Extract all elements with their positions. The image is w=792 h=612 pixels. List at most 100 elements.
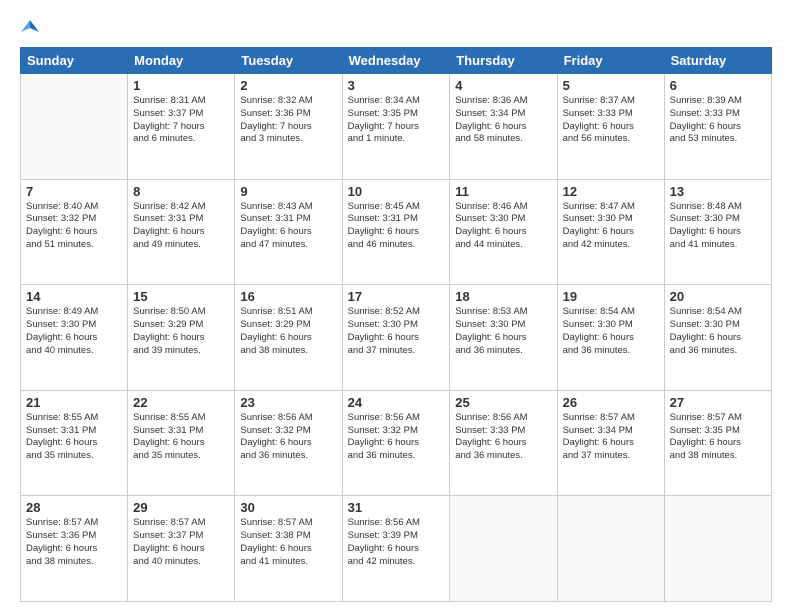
calendar-cell: 22 Sunrise: 8:55 AM Sunset: 3:31 PM Dayli… <box>128 390 235 496</box>
day-number: 21 <box>26 395 122 410</box>
calendar-cell: 20 Sunrise: 8:54 AM Sunset: 3:30 PM Dayli… <box>664 285 771 391</box>
day-number: 6 <box>670 78 766 93</box>
calendar-cell: 21 Sunrise: 8:55 AM Sunset: 3:31 PM Dayli… <box>21 390 128 496</box>
calendar-header-tuesday: Tuesday <box>235 48 342 74</box>
day-info: Sunrise: 8:57 AM Sunset: 3:36 PM Dayligh… <box>26 517 122 568</box>
day-info: Sunrise: 8:40 AM Sunset: 3:32 PM Dayligh… <box>26 201 122 252</box>
day-number: 1 <box>133 78 229 93</box>
calendar-cell: 30 Sunrise: 8:57 AM Sunset: 3:38 PM Dayli… <box>235 496 342 602</box>
day-info: Sunrise: 8:42 AM Sunset: 3:31 PM Dayligh… <box>133 201 229 252</box>
calendar-table: SundayMondayTuesdayWednesdayThursdayFrid… <box>20 47 772 602</box>
calendar-cell: 27Sunrise: 8:57 AM Sunset: 3:35 PM Dayli… <box>664 390 771 496</box>
day-info: Sunrise: 8:57 AM Sunset: 3:37 PM Dayligh… <box>133 517 229 568</box>
calendar-cell <box>664 496 771 602</box>
calendar-cell: 25Sunrise: 8:56 AM Sunset: 3:33 PM Dayli… <box>450 390 557 496</box>
day-number: 9 <box>240 184 336 199</box>
calendar-cell: 14 Sunrise: 8:49 AM Sunset: 3:30 PM Dayli… <box>21 285 128 391</box>
day-info: Sunrise: 8:39 AM Sunset: 3:33 PM Dayligh… <box>670 95 766 146</box>
day-number: 14 <box>26 289 122 304</box>
day-number: 19 <box>563 289 659 304</box>
day-info: Sunrise: 8:57 AM Sunset: 3:35 PM Dayligh… <box>670 412 766 463</box>
calendar-cell: 3 Sunrise: 8:34 AM Sunset: 3:35 PM Daylig… <box>342 74 450 180</box>
day-number: 30 <box>240 500 336 515</box>
day-number: 13 <box>670 184 766 199</box>
day-info: Sunrise: 8:56 AM Sunset: 3:32 PM Dayligh… <box>348 412 445 463</box>
day-info: Sunrise: 8:57 AM Sunset: 3:34 PM Dayligh… <box>563 412 659 463</box>
day-number: 12 <box>563 184 659 199</box>
calendar-header-wednesday: Wednesday <box>342 48 450 74</box>
day-info: Sunrise: 8:57 AM Sunset: 3:38 PM Dayligh… <box>240 517 336 568</box>
calendar-header-row: SundayMondayTuesdayWednesdayThursdayFrid… <box>21 48 772 74</box>
day-number: 23 <box>240 395 336 410</box>
calendar-week-4: 21 Sunrise: 8:55 AM Sunset: 3:31 PM Dayli… <box>21 390 772 496</box>
day-info: Sunrise: 8:45 AM Sunset: 3:31 PM Dayligh… <box>348 201 445 252</box>
day-number: 24 <box>348 395 445 410</box>
calendar-cell: 11Sunrise: 8:46 AM Sunset: 3:30 PM Dayli… <box>450 179 557 285</box>
calendar-header-sunday: Sunday <box>21 48 128 74</box>
calendar-cell: 16Sunrise: 8:51 AM Sunset: 3:29 PM Dayli… <box>235 285 342 391</box>
calendar-cell: 29 Sunrise: 8:57 AM Sunset: 3:37 PM Dayli… <box>128 496 235 602</box>
calendar-cell: 9 Sunrise: 8:43 AM Sunset: 3:31 PM Daylig… <box>235 179 342 285</box>
day-info: Sunrise: 8:55 AM Sunset: 3:31 PM Dayligh… <box>26 412 122 463</box>
day-info: Sunrise: 8:51 AM Sunset: 3:29 PM Dayligh… <box>240 306 336 357</box>
calendar-week-1: 1 Sunrise: 8:31 AM Sunset: 3:37 PM Daylig… <box>21 74 772 180</box>
day-info: Sunrise: 8:46 AM Sunset: 3:30 PM Dayligh… <box>455 201 551 252</box>
calendar-week-3: 14 Sunrise: 8:49 AM Sunset: 3:30 PM Dayli… <box>21 285 772 391</box>
calendar-cell: 12 Sunrise: 8:47 AM Sunset: 3:30 PM Dayli… <box>557 179 664 285</box>
day-info: Sunrise: 8:54 AM Sunset: 3:30 PM Dayligh… <box>670 306 766 357</box>
calendar-cell <box>21 74 128 180</box>
calendar-cell: 10Sunrise: 8:45 AM Sunset: 3:31 PM Dayli… <box>342 179 450 285</box>
calendar-cell: 26 Sunrise: 8:57 AM Sunset: 3:34 PM Dayli… <box>557 390 664 496</box>
day-number: 4 <box>455 78 551 93</box>
day-info: Sunrise: 8:49 AM Sunset: 3:30 PM Dayligh… <box>26 306 122 357</box>
day-info: Sunrise: 8:37 AM Sunset: 3:33 PM Dayligh… <box>563 95 659 146</box>
day-info: Sunrise: 8:52 AM Sunset: 3:30 PM Dayligh… <box>348 306 445 357</box>
calendar-header-thursday: Thursday <box>450 48 557 74</box>
calendar-cell: 2Sunrise: 8:32 AM Sunset: 3:36 PM Daylig… <box>235 74 342 180</box>
day-info: Sunrise: 8:56 AM Sunset: 3:32 PM Dayligh… <box>240 412 336 463</box>
logo <box>20 18 39 37</box>
page: SundayMondayTuesdayWednesdayThursdayFrid… <box>0 0 792 612</box>
calendar-header-monday: Monday <box>128 48 235 74</box>
day-number: 29 <box>133 500 229 515</box>
calendar-cell: 5 Sunrise: 8:37 AM Sunset: 3:33 PM Daylig… <box>557 74 664 180</box>
day-info: Sunrise: 8:55 AM Sunset: 3:31 PM Dayligh… <box>133 412 229 463</box>
calendar-week-5: 28 Sunrise: 8:57 AM Sunset: 3:36 PM Dayli… <box>21 496 772 602</box>
day-number: 17 <box>348 289 445 304</box>
calendar-cell <box>450 496 557 602</box>
day-number: 26 <box>563 395 659 410</box>
calendar-header-friday: Friday <box>557 48 664 74</box>
day-number: 22 <box>133 395 229 410</box>
day-info: Sunrise: 8:54 AM Sunset: 3:30 PM Dayligh… <box>563 306 659 357</box>
calendar-cell: 31 Sunrise: 8:56 AM Sunset: 3:39 PM Dayli… <box>342 496 450 602</box>
day-info: Sunrise: 8:47 AM Sunset: 3:30 PM Dayligh… <box>563 201 659 252</box>
calendar-cell <box>557 496 664 602</box>
calendar-cell: 17 Sunrise: 8:52 AM Sunset: 3:30 PM Dayli… <box>342 285 450 391</box>
logo-bird-icon <box>21 18 39 36</box>
calendar-cell: 8Sunrise: 8:42 AM Sunset: 3:31 PM Daylig… <box>128 179 235 285</box>
day-number: 3 <box>348 78 445 93</box>
calendar-cell: 23 Sunrise: 8:56 AM Sunset: 3:32 PM Dayli… <box>235 390 342 496</box>
day-info: Sunrise: 8:43 AM Sunset: 3:31 PM Dayligh… <box>240 201 336 252</box>
day-number: 20 <box>670 289 766 304</box>
day-info: Sunrise: 8:31 AM Sunset: 3:37 PM Dayligh… <box>133 95 229 146</box>
day-number: 7 <box>26 184 122 199</box>
day-number: 5 <box>563 78 659 93</box>
day-number: 28 <box>26 500 122 515</box>
day-info: Sunrise: 8:34 AM Sunset: 3:35 PM Dayligh… <box>348 95 445 146</box>
day-number: 18 <box>455 289 551 304</box>
calendar-cell: 24 Sunrise: 8:56 AM Sunset: 3:32 PM Dayli… <box>342 390 450 496</box>
day-info: Sunrise: 8:56 AM Sunset: 3:39 PM Dayligh… <box>348 517 445 568</box>
day-info: Sunrise: 8:36 AM Sunset: 3:34 PM Dayligh… <box>455 95 551 146</box>
calendar-cell: 7 Sunrise: 8:40 AM Sunset: 3:32 PM Daylig… <box>21 179 128 285</box>
day-info: Sunrise: 8:48 AM Sunset: 3:30 PM Dayligh… <box>670 201 766 252</box>
calendar-cell: 13 Sunrise: 8:48 AM Sunset: 3:30 PM Dayli… <box>664 179 771 285</box>
calendar-cell: 1 Sunrise: 8:31 AM Sunset: 3:37 PM Daylig… <box>128 74 235 180</box>
calendar-header-saturday: Saturday <box>664 48 771 74</box>
day-number: 2 <box>240 78 336 93</box>
calendar-cell: 28 Sunrise: 8:57 AM Sunset: 3:36 PM Dayli… <box>21 496 128 602</box>
day-info: Sunrise: 8:53 AM Sunset: 3:30 PM Dayligh… <box>455 306 551 357</box>
day-number: 31 <box>348 500 445 515</box>
day-number: 25 <box>455 395 551 410</box>
day-info: Sunrise: 8:50 AM Sunset: 3:29 PM Dayligh… <box>133 306 229 357</box>
